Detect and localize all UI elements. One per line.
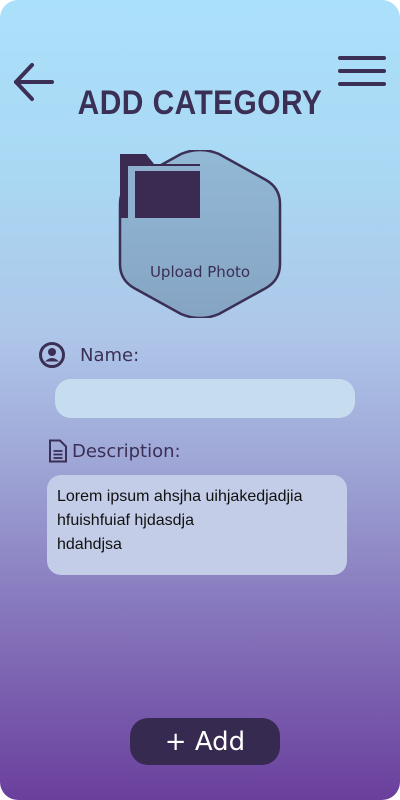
name-input[interactable]: [55, 379, 355, 418]
name-label-row: Name:: [38, 340, 139, 370]
page-title: ADD CATEGORY: [77, 84, 323, 122]
add-category-screen: ADD CATEGORY Upload Photo Name: Descript…: [0, 0, 400, 800]
description-label-row: Description:: [48, 436, 181, 466]
folder-icon: [120, 154, 200, 218]
upload-photo-label: Upload Photo: [149, 263, 251, 281]
name-label: Name:: [80, 344, 140, 366]
description-label: Description:: [72, 440, 181, 462]
document-icon: [49, 439, 67, 463]
add-button[interactable]: + Add: [130, 718, 280, 765]
upload-photo-button[interactable]: Upload Photo: [118, 150, 282, 318]
description-textarea[interactable]: Lorem ipsum ahsjha uihjakedjadjia hfuish…: [47, 475, 347, 575]
hamburger-menu-icon: [338, 56, 386, 86]
user-circle-icon: [39, 342, 65, 368]
